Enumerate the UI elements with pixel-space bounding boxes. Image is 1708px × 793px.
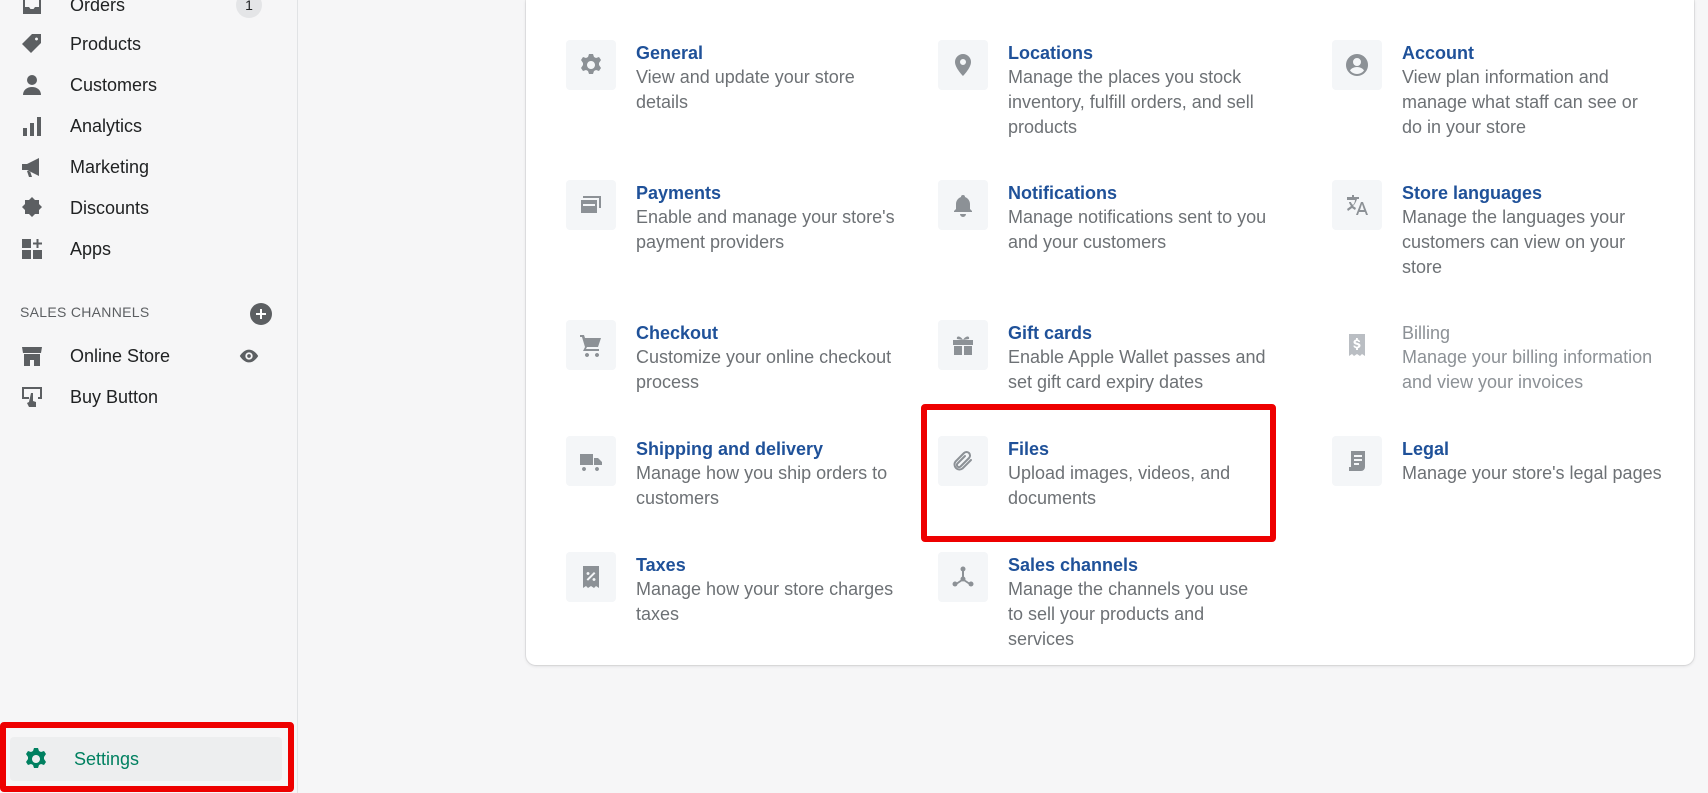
settings-tile-store-languages[interactable]: Store languages Manage the languages you… (1332, 180, 1662, 280)
sidebar-item-label: Marketing (70, 156, 150, 177)
tile-description: Enable Apple Wallet passes and set gift … (1008, 347, 1266, 392)
sidebar-item-online-store[interactable]: Online Store (20, 341, 282, 371)
taxes-icon (566, 552, 616, 602)
location-pin-icon (938, 40, 988, 90)
sidebar-item-discounts[interactable]: Discounts (20, 193, 282, 223)
settings-tile-files[interactable]: Files Upload images, videos, and documen… (938, 436, 1268, 511)
settings-tile-checkout[interactable]: Checkout Customize your online checkout … (566, 320, 896, 395)
sidebar-item-products[interactable]: Products (20, 29, 282, 59)
tile-description: Customize your online checkout process (636, 347, 892, 392)
gift-icon (938, 320, 988, 370)
legal-icon (1332, 436, 1382, 486)
sidebar-item-analytics[interactable]: Analytics (20, 111, 282, 141)
sidebar-item-label: Analytics (70, 115, 143, 136)
megaphone-icon (20, 152, 56, 182)
truck-icon (566, 436, 616, 486)
buy-button-icon (20, 382, 56, 412)
tile-description: Manage the channels you use to sell your… (1008, 579, 1249, 649)
tile-description: View plan information and manage what st… (1402, 67, 1638, 137)
tile-title[interactable]: General (636, 41, 896, 65)
tile-description: View and update your store details (636, 67, 855, 112)
tile-title[interactable]: Payments (636, 181, 896, 205)
tag-icon (20, 29, 56, 59)
tile-description: Manage the places you stock inventory, f… (1008, 67, 1254, 137)
sidebar-item-settings[interactable]: Settings (10, 737, 282, 781)
tile-description: Enable and manage your store's payment p… (636, 207, 895, 252)
store-icon (20, 341, 56, 371)
settings-tile-billing[interactable]: Billing Manage your billing information … (1332, 320, 1662, 395)
tile-title[interactable]: Files (1008, 437, 1268, 461)
sidebar-item-label: Orders (70, 0, 126, 15)
sidebar-item-label: Customers (70, 74, 158, 95)
tile-title[interactable]: Taxes (636, 553, 896, 577)
sidebar-item-label: Settings (74, 748, 140, 769)
settings-tile-gift-cards[interactable]: Gift cards Enable Apple Wallet passes an… (938, 320, 1268, 395)
tile-title[interactable]: Locations (1008, 41, 1268, 65)
cart-icon (566, 320, 616, 370)
tile-description: Manage your billing information and view… (1402, 347, 1653, 392)
sidebar-item-buy-button[interactable]: Buy Button (20, 382, 282, 412)
settings-tile-shipping-and-delivery[interactable]: Shipping and delivery Manage how you shi… (566, 436, 896, 511)
discount-icon (20, 193, 56, 223)
settings-tile-account[interactable]: Account View plan information and manage… (1332, 40, 1662, 140)
settings-tile-locations[interactable]: Locations Manage the places you stock in… (938, 40, 1268, 140)
payments-icon (566, 180, 616, 230)
tile-description: Manage your store's legal pages (1402, 463, 1662, 483)
account-icon (1332, 40, 1382, 90)
sidebar-item-orders[interactable]: Orders 1 (20, 0, 282, 20)
sidebar-item-apps[interactable]: Apps (20, 234, 282, 264)
sales-channels-heading: SALES CHANNELS (20, 304, 150, 320)
tile-title[interactable]: Gift cards (1008, 321, 1268, 345)
sidebar: Orders 1 Products Customers Analytics Ma… (0, 0, 298, 793)
orders-count-badge: 1 (236, 0, 262, 18)
sidebar-item-label: Discounts (70, 197, 150, 218)
sidebar-item-label: Apps (70, 238, 112, 259)
settings-tile-general[interactable]: General View and update your store detai… (566, 40, 896, 115)
tile-description: Manage how your store charges taxes (636, 579, 894, 624)
gear-icon (24, 744, 60, 774)
translate-icon (1332, 180, 1382, 230)
settings-tile-legal[interactable]: Legal Manage your store's legal pages (1332, 436, 1662, 486)
tile-title[interactable]: Sales channels (1008, 553, 1268, 577)
settings-tile-notifications[interactable]: Notifications Manage notifications sent … (938, 180, 1268, 255)
tile-description: Manage how you ship orders to customers (636, 463, 888, 508)
tile-title[interactable]: Notifications (1008, 181, 1268, 205)
eye-icon[interactable] (238, 345, 260, 367)
sidebar-item-label: Products (70, 33, 142, 54)
sidebar-item-customers[interactable]: Customers (20, 70, 282, 100)
sidebar-item-marketing[interactable]: Marketing (20, 152, 282, 182)
add-sales-channel-button[interactable] (250, 303, 272, 325)
tile-title[interactable]: Shipping and delivery (636, 437, 896, 461)
sales-channels-icon (938, 552, 988, 602)
orders-icon (20, 0, 56, 20)
settings-card: General View and update your store detai… (526, 0, 1694, 665)
settings-tile-taxes[interactable]: Taxes Manage how your store charges taxe… (566, 552, 896, 627)
plus-icon (256, 309, 266, 319)
tile-title[interactable]: Legal (1402, 437, 1662, 461)
tile-title[interactable]: Billing (1402, 321, 1662, 345)
tile-title[interactable]: Account (1402, 41, 1662, 65)
gear-icon (566, 40, 616, 90)
tile-title[interactable]: Checkout (636, 321, 896, 345)
bell-icon (938, 180, 988, 230)
apps-icon (20, 234, 56, 264)
billing-icon (1332, 320, 1382, 370)
bar-chart-icon (20, 111, 56, 141)
sidebar-item-label: Buy Button (70, 386, 159, 407)
tile-description: Upload images, videos, and documents (1008, 463, 1231, 508)
tile-description: Manage the languages your customers can … (1402, 207, 1626, 277)
paperclip-icon (938, 436, 988, 486)
settings-tile-payments[interactable]: Payments Enable and manage your store's … (566, 180, 896, 255)
settings-tile-sales-channels[interactable]: Sales channels Manage the channels you u… (938, 552, 1268, 652)
tile-description: Manage notifications sent to you and you… (1008, 207, 1267, 252)
sidebar-item-label: Online Store (70, 345, 171, 366)
tile-title[interactable]: Store languages (1402, 181, 1662, 205)
person-icon (20, 70, 56, 100)
